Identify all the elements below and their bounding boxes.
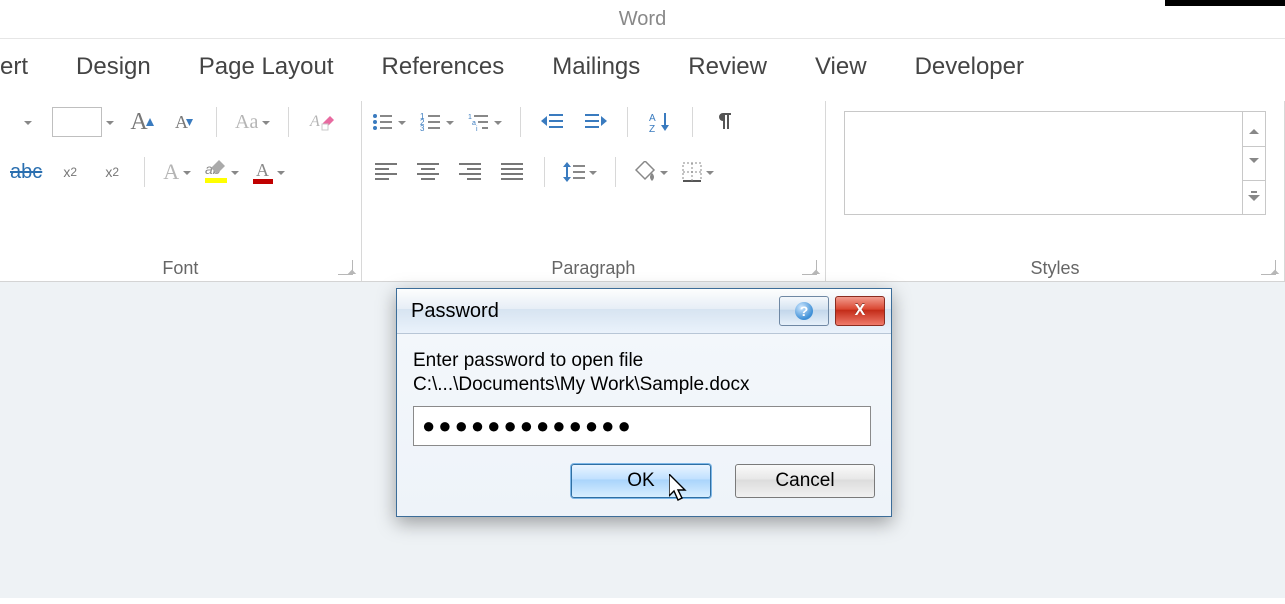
separator	[615, 157, 616, 187]
decrease-indent-button[interactable]	[539, 108, 567, 136]
separator	[692, 107, 693, 137]
svg-text:1: 1	[468, 114, 472, 121]
highlight-button[interactable]: ab	[205, 158, 239, 186]
group-label-paragraph: Paragraph	[362, 258, 825, 279]
separator	[544, 157, 545, 187]
separator	[216, 107, 217, 137]
font-size-dropdown[interactable]	[52, 108, 114, 136]
ok-button[interactable]: OK	[571, 464, 711, 498]
increase-indent-button[interactable]	[581, 108, 609, 136]
separator	[144, 157, 145, 187]
dialog-title-bar[interactable]: Password ? X	[397, 289, 891, 334]
shrink-font-button[interactable]: A	[170, 108, 198, 136]
styles-scroll-up-button[interactable]	[1242, 112, 1265, 147]
clear-formatting-button[interactable]: A	[307, 108, 335, 136]
title-bar: Word	[0, 0, 1285, 39]
dialog-prompt-line2: C:\...\Documents\My Work\Sample.docx	[413, 374, 875, 396]
separator	[520, 107, 521, 137]
text-effects-button[interactable]: A	[163, 158, 191, 186]
tab-developer[interactable]: Developer	[915, 53, 1024, 81]
help-icon: ?	[795, 302, 813, 320]
align-left-button[interactable]	[372, 158, 400, 186]
styles-gallery[interactable]	[844, 111, 1266, 215]
ribbon-tabs: ert Design Page Layout References Mailin…	[0, 39, 1285, 101]
svg-text:i: i	[476, 126, 478, 132]
font-color-button[interactable]: A	[253, 158, 285, 186]
tab-view[interactable]: View	[815, 53, 867, 81]
svg-text:3: 3	[420, 124, 425, 132]
app-title: Word	[619, 8, 666, 30]
line-spacing-button[interactable]	[563, 158, 597, 186]
align-right-button[interactable]	[456, 158, 484, 186]
tab-review[interactable]: Review	[688, 53, 767, 81]
document-workspace: Password ? X Enter password to open file…	[0, 282, 1285, 598]
svg-text:A: A	[256, 160, 269, 180]
close-icon: X	[855, 302, 866, 320]
shading-button[interactable]	[634, 158, 668, 186]
tab-design[interactable]: Design	[76, 53, 151, 81]
tab-insert-partial[interactable]: ert	[0, 53, 28, 81]
dialog-body: Enter password to open file C:\...\Docum…	[397, 334, 891, 516]
group-styles: Styles	[826, 101, 1285, 281]
dialog-close-button[interactable]: X	[835, 296, 885, 326]
window-top-strip	[1165, 0, 1285, 6]
styles-more-button[interactable]	[1242, 180, 1265, 214]
dialog-help-button[interactable]: ?	[779, 296, 829, 326]
tab-references[interactable]: References	[382, 53, 505, 81]
ribbon: A A Aa A abc x2 x2 A	[0, 101, 1285, 282]
align-center-button[interactable]	[414, 158, 442, 186]
dialog-prompt-line1: Enter password to open file	[413, 350, 875, 372]
tab-page-layout[interactable]: Page Layout	[199, 53, 334, 81]
svg-text:Z: Z	[649, 124, 655, 133]
strikethrough-button[interactable]: abc	[10, 158, 42, 186]
svg-text:A: A	[649, 113, 656, 124]
password-input[interactable]	[413, 406, 871, 446]
numbering-button[interactable]: 123	[420, 108, 454, 136]
align-justify-button[interactable]	[498, 158, 526, 186]
sort-button[interactable]: AZ	[646, 108, 674, 136]
cancel-button[interactable]: Cancel	[735, 464, 875, 498]
group-label-styles: Styles	[826, 258, 1284, 279]
styles-scroll-down-button[interactable]	[1242, 146, 1265, 181]
group-paragraph: 123 1ai AZ	[362, 101, 826, 281]
svg-text:1: 1	[420, 112, 425, 121]
group-label-font: Font	[0, 258, 361, 279]
group-font: A A Aa A abc x2 x2 A	[0, 101, 362, 281]
separator	[288, 107, 289, 137]
svg-text:a: a	[472, 120, 476, 127]
password-dialog: Password ? X Enter password to open file…	[396, 288, 892, 517]
styles-dialog-launcher[interactable]	[1261, 260, 1276, 275]
svg-text:A: A	[309, 113, 320, 130]
grow-font-button[interactable]: A	[128, 108, 156, 136]
tab-mailings[interactable]: Mailings	[552, 53, 640, 81]
show-hide-button[interactable]	[711, 108, 739, 136]
paragraph-dialog-launcher[interactable]	[802, 260, 817, 275]
subscript-button[interactable]: x2	[56, 158, 84, 186]
font-name-dropdown[interactable]	[10, 108, 38, 136]
svg-text:ab: ab	[205, 161, 221, 177]
dialog-title-text: Password	[411, 300, 499, 323]
borders-button[interactable]	[682, 158, 714, 186]
change-case-button[interactable]: Aa	[235, 108, 270, 136]
bullets-button[interactable]	[372, 108, 406, 136]
font-dialog-launcher[interactable]	[338, 260, 353, 275]
multilevel-list-button[interactable]: 1ai	[468, 108, 502, 136]
superscript-button[interactable]: x2	[98, 158, 126, 186]
svg-text:2: 2	[420, 118, 425, 127]
separator	[627, 107, 628, 137]
